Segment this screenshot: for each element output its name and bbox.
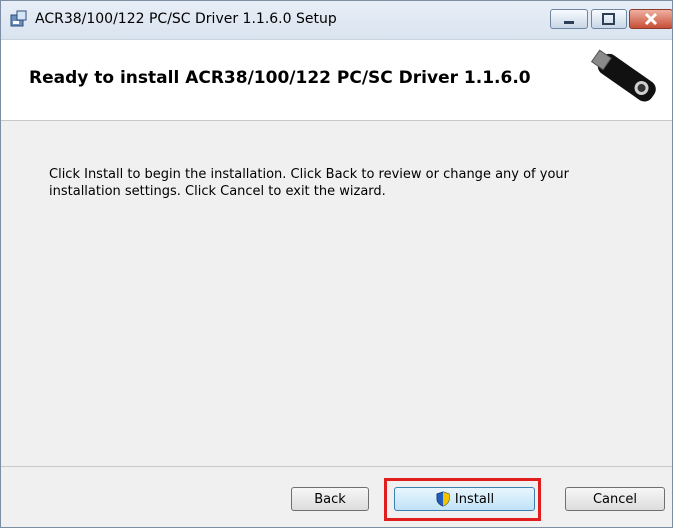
minimize-icon xyxy=(564,21,574,24)
close-button[interactable] xyxy=(629,9,672,29)
page-title: Ready to install ACR38/100/122 PC/SC Dri… xyxy=(29,68,531,88)
maximize-icon xyxy=(602,13,615,25)
cancel-button[interactable]: Cancel xyxy=(565,487,665,511)
back-button-label: Back xyxy=(314,491,346,507)
cancel-button-label: Cancel xyxy=(592,491,638,507)
maximize-button[interactable] xyxy=(591,9,627,29)
content-panel: Click Install to begin the installation.… xyxy=(1,121,672,466)
installer-icon xyxy=(10,10,27,27)
install-button-label: Install xyxy=(454,491,495,507)
window-title: ACR38/100/122 PC/SC Driver 1.1.6.0 Setup xyxy=(35,11,337,27)
instruction-text: Click Install to begin the installation.… xyxy=(49,167,569,199)
back-button[interactable]: Back xyxy=(291,487,369,511)
usb-token-image xyxy=(590,49,656,102)
header-panel: Ready to install ACR38/100/122 PC/SC Dri… xyxy=(1,40,672,121)
uac-shield-icon xyxy=(436,491,450,507)
title-bar: ACR38/100/122 PC/SC Driver 1.1.6.0 Setup xyxy=(1,1,672,40)
button-bar: Back Install Cancel xyxy=(1,467,672,527)
install-button[interactable]: Install xyxy=(394,487,535,511)
minimize-button[interactable] xyxy=(550,9,588,29)
close-icon xyxy=(644,12,658,26)
setup-window: ACR38/100/122 PC/SC Driver 1.1.6.0 Setup… xyxy=(0,0,673,528)
